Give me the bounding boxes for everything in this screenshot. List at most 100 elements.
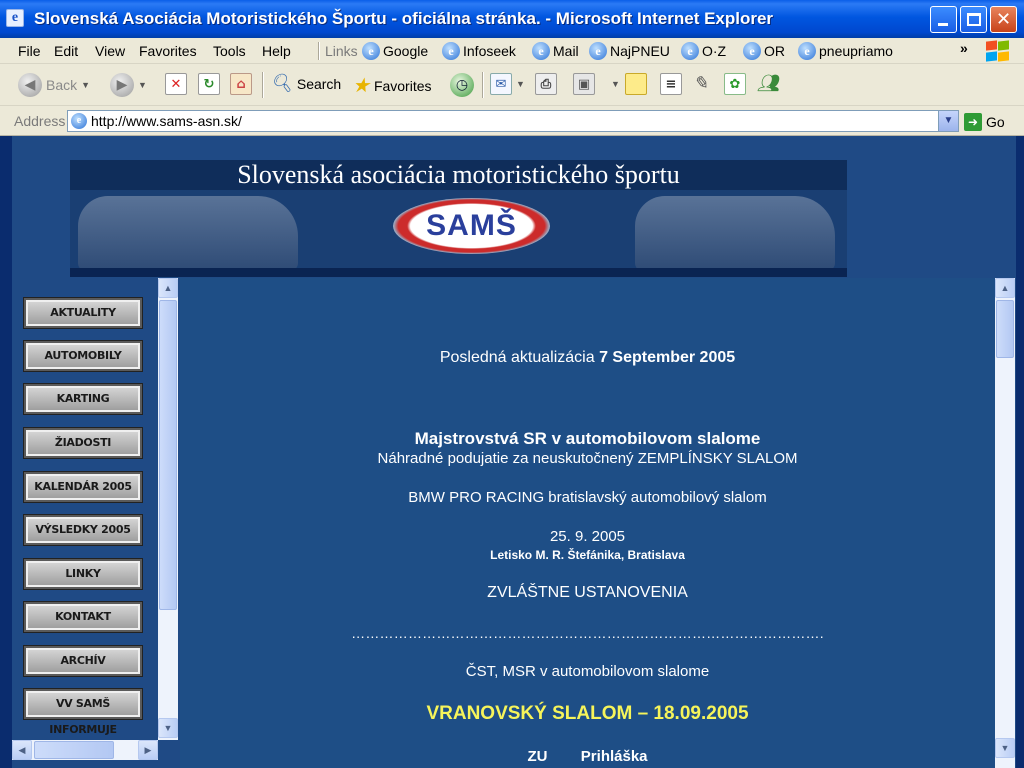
scroll-thumb[interactable] xyxy=(159,300,177,610)
link-oz[interactable]: e O·Z xyxy=(681,42,726,60)
go-button[interactable]: ➜ Go xyxy=(964,113,1005,131)
tools-button[interactable]: ✎ xyxy=(693,73,708,94)
chevron-down-icon: ▼ xyxy=(1000,743,1010,753)
sams-logo[interactable]: SAMŠ xyxy=(393,198,550,254)
forward-dropdown-icon[interactable]: ▼ xyxy=(138,80,147,90)
chevron-down-icon: ▼ xyxy=(943,115,954,126)
scroll-left-button[interactable]: ◀ xyxy=(12,740,32,760)
stop-button[interactable]: ✕ xyxy=(165,73,187,95)
nav-kontakt[interactable]: KONTAKT xyxy=(24,602,142,632)
favorites-button[interactable]: ★ Favorites xyxy=(352,73,432,98)
messenger-button[interactable]: 👥︎ xyxy=(757,73,780,94)
print-button[interactable]: ⎙ xyxy=(535,73,557,95)
scroll-right-button[interactable]: ▶ xyxy=(138,740,158,760)
main-vertical-scrollbar[interactable]: ▲ ▼ xyxy=(995,278,1015,768)
address-field[interactable]: e ▼ xyxy=(67,110,959,132)
printer-icon: ⎙ xyxy=(535,73,557,95)
link-label: OR xyxy=(764,43,785,59)
ie-page-icon: e xyxy=(681,42,699,60)
link-mail[interactable]: e Mail xyxy=(532,42,579,60)
back-dropdown-icon[interactable]: ▼ xyxy=(81,80,90,90)
title-bar: e Slovenská Asociácia Motoristického Špo… xyxy=(0,0,1024,38)
address-dropdown-button[interactable]: ▼ xyxy=(938,111,958,131)
address-input[interactable] xyxy=(91,113,911,129)
minimize-button[interactable] xyxy=(930,6,957,33)
research-button[interactable]: ≡ xyxy=(660,73,682,95)
scroll-down-button[interactable]: ▼ xyxy=(995,738,1015,758)
scroll-thumb[interactable] xyxy=(996,300,1014,358)
link-pneupriamo[interactable]: e pneupriamo xyxy=(798,42,893,60)
history-button[interactable]: ◷ xyxy=(450,73,474,97)
windows-logo-icon xyxy=(984,40,1010,62)
last-update-line: Posledná aktualizácia 7 September 2005 xyxy=(180,349,995,367)
left-frame-horizontal-scrollbar[interactable]: ◀ ▶ xyxy=(12,740,158,760)
update-label: Posledná aktualizácia xyxy=(439,349,595,366)
scroll-down-button[interactable]: ▼ xyxy=(158,718,178,738)
ie-page-icon: e xyxy=(71,113,87,129)
replacement-event-note: Náhradné podujatie za neuskutočnený ZEMP… xyxy=(377,450,798,467)
nav-vysledky-2005[interactable]: VÝSLEDKY 2005 xyxy=(24,515,142,545)
link-google[interactable]: e Google xyxy=(362,42,428,60)
nav-kalendar-2005[interactable]: KALENDÁR 2005 xyxy=(24,472,142,502)
scroll-up-button[interactable]: ▲ xyxy=(158,278,178,298)
menu-file[interactable]: File xyxy=(18,43,41,59)
maximize-button[interactable] xyxy=(960,6,987,33)
edit-button[interactable]: ▣ ▼ xyxy=(573,73,620,95)
link-label: pneupriamo xyxy=(819,43,893,59)
ie-app-icon: e xyxy=(6,9,24,27)
note-icon xyxy=(625,73,647,95)
link-label: NajPNEU xyxy=(610,43,670,59)
main-content-frame: Posledná aktualizácia 7 September 2005 M… xyxy=(180,278,995,768)
nav-karting[interactable]: KARTING xyxy=(24,384,142,414)
menu-edit[interactable]: Edit xyxy=(54,43,78,59)
home-button[interactable]: ⌂ xyxy=(230,73,252,95)
close-icon: ✕ xyxy=(995,9,1012,30)
special-regulations-link[interactable]: ZVLÁŠTNE USTANOVENIA xyxy=(180,584,995,602)
nav-ziadosti[interactable]: ŽIADOSTI xyxy=(24,428,142,458)
scroll-thumb[interactable] xyxy=(34,741,114,759)
chevron-up-icon: ▲ xyxy=(163,283,173,293)
banner-title: Slovenská asociácia motoristického šport… xyxy=(70,160,847,190)
search-button[interactable]: 🔍︎ Search xyxy=(270,73,341,94)
left-nav-frame: AKTUALITY AUTOMOBILY KARTING ŽIADOSTI KA… xyxy=(12,278,158,740)
nav-linky[interactable]: LINKY xyxy=(24,559,142,589)
dotted-divider: ………………………………………………………………………………………. xyxy=(351,625,824,641)
menu-tools[interactable]: Tools xyxy=(213,43,246,59)
nav-archiv[interactable]: ARCHÍV xyxy=(24,646,142,676)
menu-help[interactable]: Help xyxy=(262,43,291,59)
close-button[interactable]: ✕ xyxy=(990,6,1017,33)
nav-vv-sams-informuje[interactable]: VV SAMŠ INFORMUJE xyxy=(24,689,142,736)
link-label: O·Z xyxy=(702,43,727,59)
event-location: Letisko M. R. Štefánika, Bratislava xyxy=(490,548,685,562)
forward-button[interactable]: ▶ ▼ xyxy=(110,73,147,97)
favorites-star-icon: ★ xyxy=(352,75,370,97)
discuss-button[interactable] xyxy=(625,73,647,95)
scroll-up-button[interactable]: ▲ xyxy=(995,278,1015,298)
menu-favorites[interactable]: Favorites xyxy=(139,43,197,59)
edit-dropdown-icon[interactable]: ▼ xyxy=(611,79,620,89)
address-bar: Address e ▼ ➜ Go xyxy=(0,106,1024,136)
refresh-button[interactable]: ↻ xyxy=(198,73,220,95)
icq-button[interactable]: ✿ xyxy=(724,73,746,95)
ie-page-icon: e xyxy=(743,42,761,60)
nav-aktuality[interactable]: AKTUALITY xyxy=(24,298,142,328)
address-label: Address xyxy=(14,113,66,129)
back-button[interactable]: ◀ Back ▼ xyxy=(18,73,90,97)
left-frame-vertical-scrollbar[interactable]: ▲ ▼ xyxy=(158,278,178,740)
links-more-chevron[interactable]: » xyxy=(960,40,968,56)
race-car-image xyxy=(635,196,835,271)
link-najpneu[interactable]: e NajPNEU xyxy=(589,42,670,60)
links-separator xyxy=(318,42,320,60)
history-icon: ◷ xyxy=(450,73,474,97)
mail-dropdown-icon[interactable]: ▼ xyxy=(516,79,525,89)
zu-prihlaska-links[interactable]: ZU Prihláška xyxy=(180,748,995,765)
mail-button[interactable]: ✉ ▼ xyxy=(490,73,525,95)
link-or[interactable]: e OR xyxy=(743,42,785,60)
chevron-up-icon: ▲ xyxy=(1000,283,1010,293)
menu-view[interactable]: View xyxy=(95,43,125,59)
ie-page-icon: e xyxy=(589,42,607,60)
link-infoseek[interactable]: e Infoseek xyxy=(442,42,516,60)
nav-automobily[interactable]: AUTOMOBILY xyxy=(24,341,142,371)
edit-page-icon: ▣ xyxy=(573,73,595,95)
favorites-label: Favorites xyxy=(373,77,432,94)
